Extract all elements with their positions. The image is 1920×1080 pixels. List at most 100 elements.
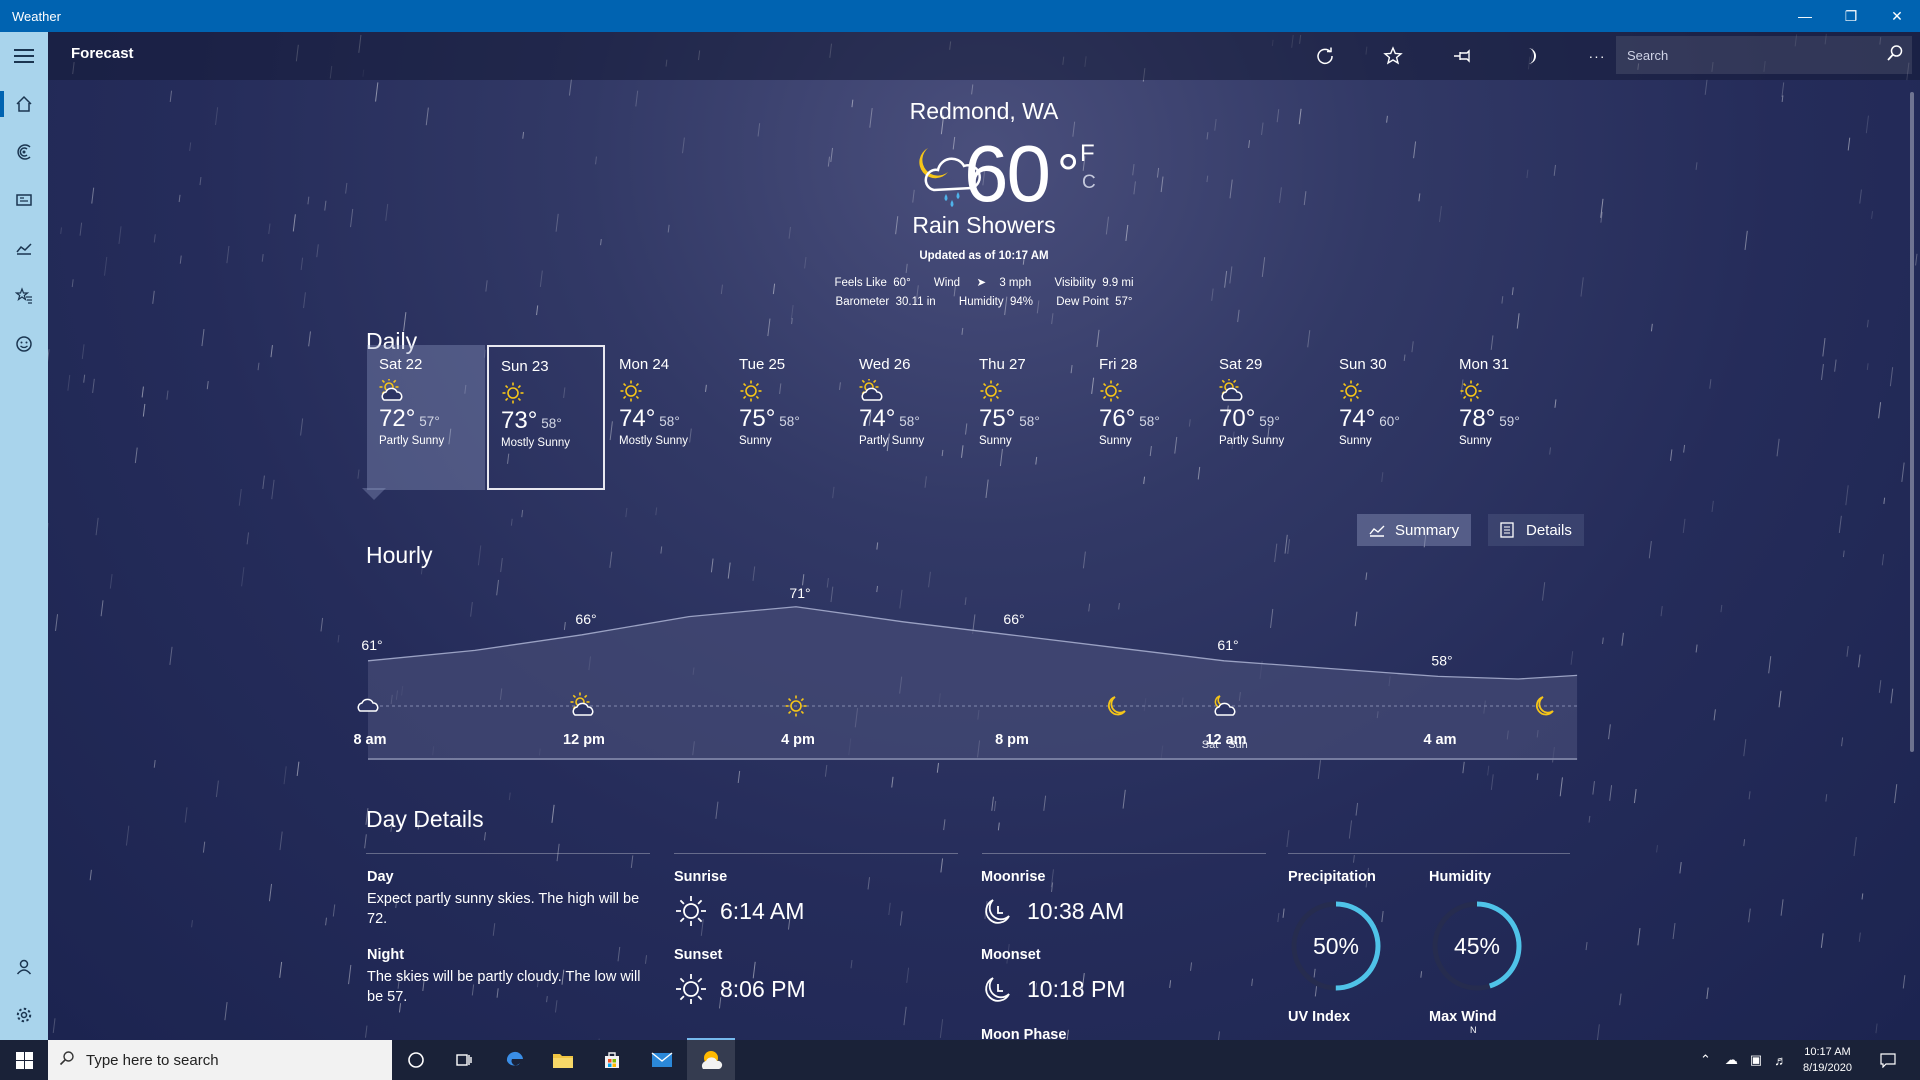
restore-button[interactable]: ❐ bbox=[1828, 0, 1874, 32]
onedrive-icon[interactable]: ☁ bbox=[1725, 1052, 1738, 1068]
location-search[interactable] bbox=[1616, 36, 1912, 74]
day-low: 58° bbox=[1139, 414, 1160, 429]
sidebar-item-maps[interactable] bbox=[0, 132, 48, 172]
mail-button[interactable] bbox=[638, 1040, 686, 1080]
favorites-icon bbox=[15, 287, 32, 304]
weather-app-icon bbox=[701, 1051, 723, 1069]
file-explorer-button[interactable] bbox=[539, 1040, 587, 1080]
chart-icon bbox=[1369, 525, 1385, 537]
barometer: Barometer 30.11 in bbox=[835, 296, 936, 308]
max-wind-label: Max Wind bbox=[1429, 1009, 1497, 1025]
fahrenheit-toggle[interactable]: F bbox=[1080, 140, 1095, 168]
minimize-button[interactable]: — bbox=[1782, 0, 1828, 32]
precipitation-label: Precipitation bbox=[1288, 869, 1376, 885]
show-hidden-icons-icon[interactable]: ⌃ bbox=[1700, 1052, 1711, 1068]
day-high: 73° bbox=[501, 407, 538, 434]
night-summary-label: Night bbox=[367, 947, 405, 963]
system-tray: ⌃ ☁ ▣ ♬ bbox=[1700, 1040, 1787, 1080]
day-temps: 73° 58° bbox=[501, 407, 591, 435]
taskbar-clock[interactable]: 10:17 AM 8/19/2020 bbox=[1803, 1044, 1852, 1076]
sidebar-item-feedback[interactable] bbox=[0, 324, 48, 364]
day-temps: 72° 57° bbox=[379, 405, 473, 433]
vertical-scrollbar[interactable] bbox=[1910, 92, 1914, 752]
sidebar-item-settings[interactable] bbox=[0, 995, 48, 1035]
search-icon[interactable] bbox=[1878, 44, 1912, 67]
network-icon[interactable]: ▣ bbox=[1750, 1052, 1762, 1068]
moon-icon bbox=[1528, 48, 1536, 64]
store-button[interactable] bbox=[588, 1040, 636, 1080]
day-condition: Partly Sunny bbox=[1219, 435, 1285, 447]
sidebar-item-account[interactable] bbox=[0, 947, 48, 987]
partly-sunny-icon bbox=[379, 377, 403, 401]
windows-logo-icon bbox=[15, 1051, 33, 1069]
sun-icon bbox=[1100, 380, 1122, 402]
moonset-label: Moonset bbox=[981, 947, 1041, 963]
day-name: Sun 23 bbox=[501, 358, 549, 375]
sidebar-item-news[interactable] bbox=[0, 180, 48, 220]
humidity-ring: 45% bbox=[1432, 901, 1522, 991]
pin-button[interactable] bbox=[1442, 40, 1482, 72]
task-view-button[interactable] bbox=[440, 1040, 488, 1080]
daily-forecast-day[interactable]: Wed 26 74° 58° Partly Sunny bbox=[847, 345, 965, 490]
celsius-toggle[interactable]: C bbox=[1082, 172, 1096, 194]
current-temperature: 60 ° bbox=[964, 130, 1079, 218]
close-button[interactable]: ✕ bbox=[1874, 0, 1920, 32]
sidebar-item-historical[interactable] bbox=[0, 228, 48, 268]
pin-icon bbox=[1454, 49, 1470, 63]
hourly-temp-label: 66° bbox=[1003, 611, 1024, 627]
start-button[interactable] bbox=[0, 1040, 48, 1080]
dew-point: Dew Point 57° bbox=[1056, 296, 1133, 308]
day-weather-icon bbox=[619, 379, 713, 402]
historical-icon bbox=[16, 243, 32, 255]
weather-app-button[interactable] bbox=[687, 1040, 735, 1080]
edge-button[interactable] bbox=[491, 1040, 539, 1080]
wind-direction: N bbox=[1470, 1025, 1477, 1035]
clock-time: 10:17 AM bbox=[1804, 1046, 1851, 1058]
day-condition: Sunny bbox=[1459, 435, 1492, 447]
daily-forecast-day[interactable]: Mon 31 78° 59° Sunny bbox=[1447, 345, 1565, 490]
summary-tab[interactable]: Summary bbox=[1357, 514, 1472, 546]
daily-forecast-day[interactable]: Sun 23 73° 58° Mostly Sunny bbox=[487, 345, 605, 490]
sunset-label: Sunset bbox=[674, 947, 723, 963]
active-app-indicator bbox=[687, 1038, 735, 1040]
nav-sidebar bbox=[0, 32, 48, 1040]
day-high: 74° bbox=[1339, 405, 1376, 432]
hourly-time-label: 12 am bbox=[1205, 732, 1247, 748]
daily-forecast-day[interactable]: Thu 27 75° 58° Sunny bbox=[967, 345, 1085, 490]
list-icon bbox=[1500, 522, 1514, 538]
hourly-temp-label: 61° bbox=[1217, 637, 1238, 653]
taskbar-search[interactable]: Type here to search bbox=[48, 1040, 392, 1080]
settings-icon bbox=[16, 1007, 32, 1023]
daily-forecast-day[interactable]: Tue 25 75° 58° Sunny bbox=[727, 345, 845, 490]
more-options-button[interactable]: ··· bbox=[1577, 40, 1617, 72]
notification-center[interactable] bbox=[1880, 1040, 1896, 1080]
day-name: Mon 24 bbox=[619, 356, 670, 373]
title-bar: Weather — ❐ ✕ bbox=[0, 0, 1920, 32]
humidity-label: Humidity bbox=[1429, 869, 1492, 885]
daily-forecast-day[interactable]: Mon 24 74° 58° Mostly Sunny bbox=[607, 345, 725, 490]
volume-icon[interactable]: ♬ bbox=[1774, 1053, 1787, 1068]
degree-symbol: ° bbox=[1056, 142, 1079, 205]
day-high: 75° bbox=[979, 405, 1016, 432]
daily-forecast-day[interactable]: Sat 22 72° 57° Partly Sunny bbox=[367, 345, 485, 490]
day-weather-icon bbox=[1339, 379, 1433, 402]
details-tab[interactable]: Details bbox=[1488, 514, 1584, 546]
ring-value: 45% bbox=[1454, 933, 1500, 959]
radar-icon bbox=[17, 144, 31, 160]
hamburger-menu-button[interactable] bbox=[0, 36, 48, 76]
sidebar-item-forecast[interactable] bbox=[0, 84, 48, 124]
wind: Wind ➤ 3 mph bbox=[933, 277, 1032, 289]
cortana-button[interactable] bbox=[392, 1040, 440, 1080]
refresh-button[interactable] bbox=[1305, 40, 1345, 72]
moonrise-time: 10:38 AM bbox=[1027, 897, 1125, 924]
hourly-chart[interactable]: 61°66°71°66°61°58°Sat Sun bbox=[320, 588, 1600, 760]
daily-forecast-day[interactable]: Sat 29 70° 59° Partly Sunny bbox=[1207, 345, 1325, 490]
daily-forecast-day[interactable]: Sun 30 74° 60° Sunny bbox=[1327, 345, 1445, 490]
sunset-time: 8:06 PM bbox=[720, 975, 806, 1002]
dark-mode-button[interactable] bbox=[1510, 40, 1550, 72]
menu-icon bbox=[14, 49, 34, 63]
sidebar-item-favorites[interactable] bbox=[0, 276, 48, 316]
daily-forecast-day[interactable]: Fri 28 76° 58° Sunny bbox=[1087, 345, 1205, 490]
add-favorite-button[interactable] bbox=[1373, 40, 1413, 72]
search-input[interactable] bbox=[1616, 47, 1878, 63]
